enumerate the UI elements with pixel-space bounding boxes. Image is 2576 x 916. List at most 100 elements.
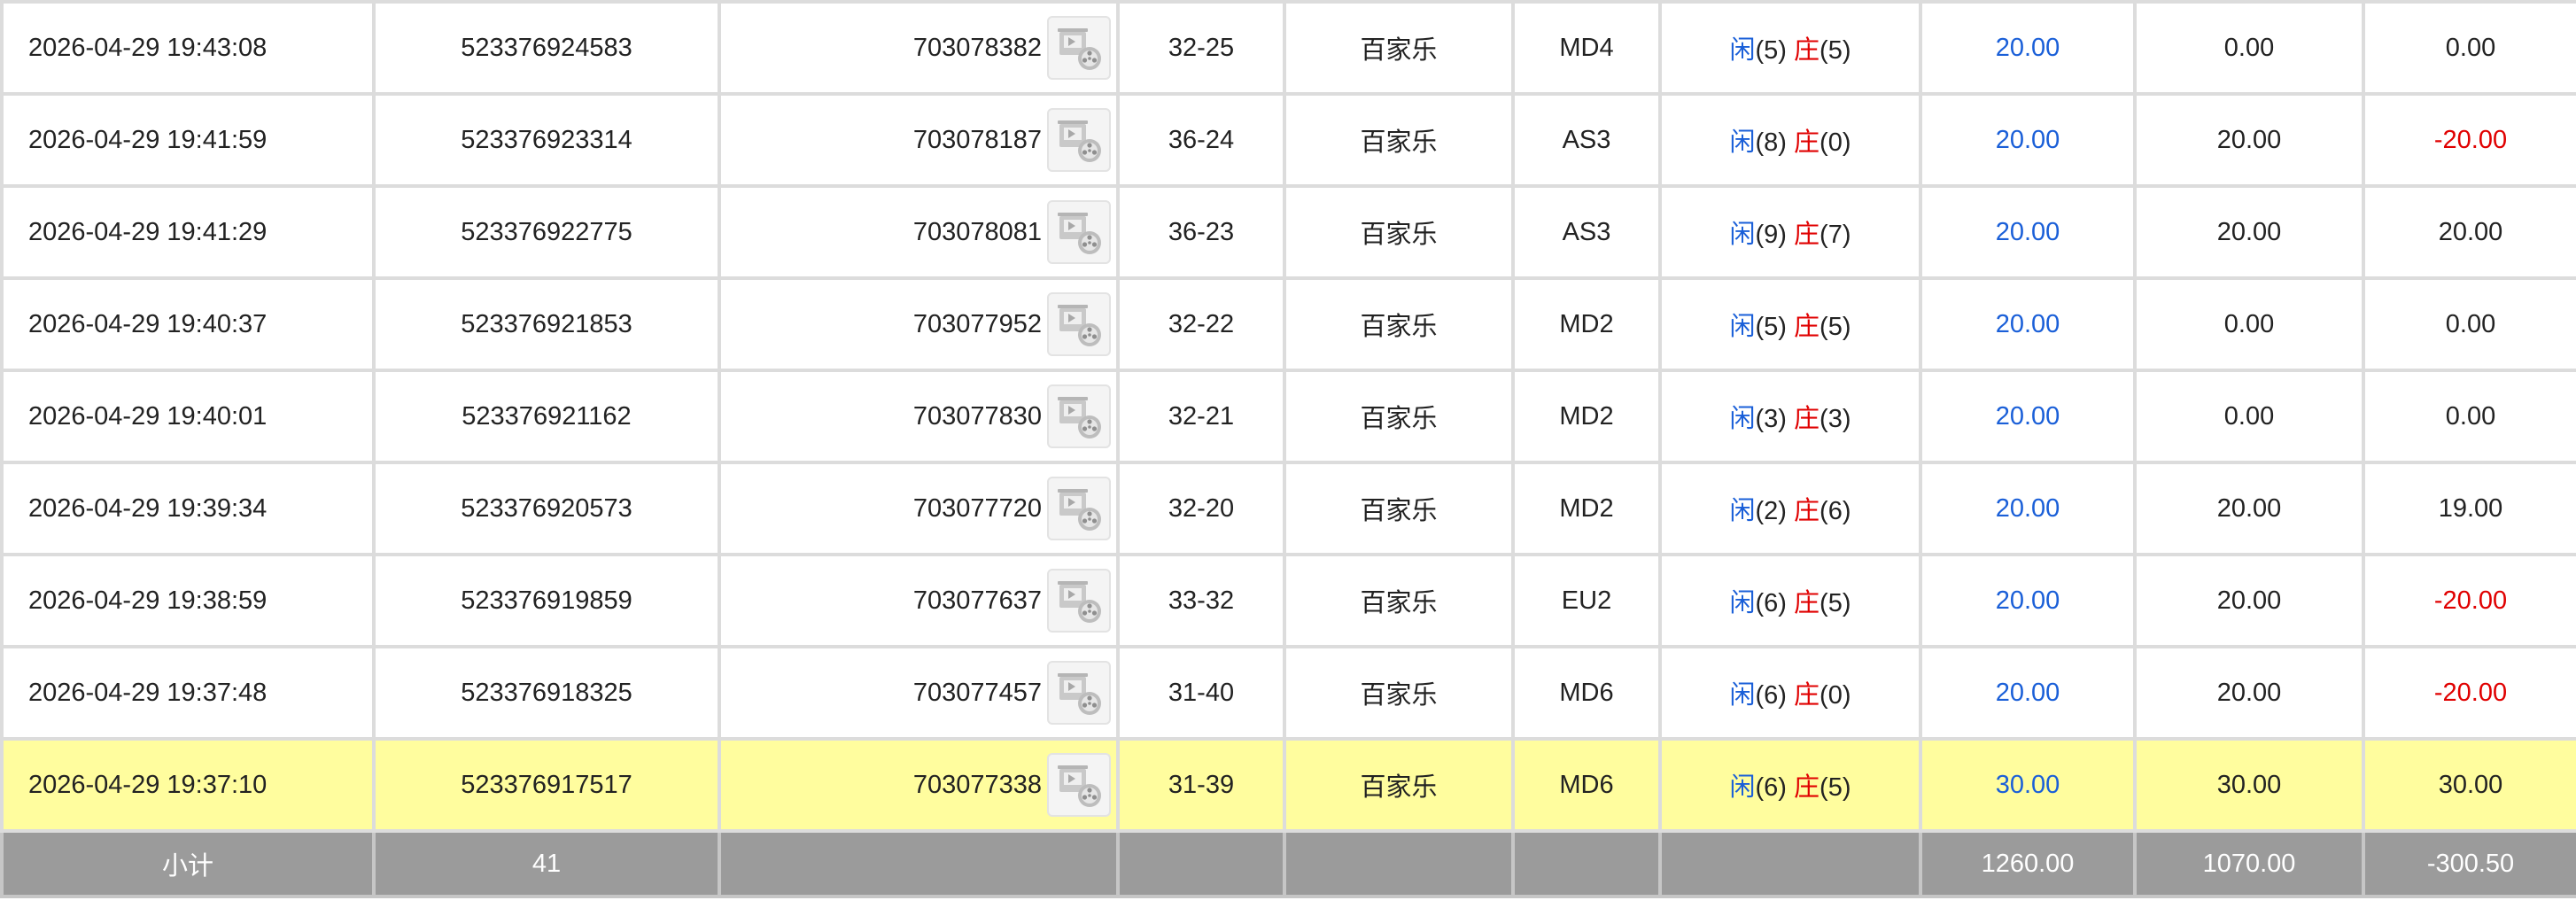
video-replay-icon[interactable] xyxy=(1047,384,1111,448)
result-cell: 闲(8) 庄(0) xyxy=(1658,92,1922,188)
result-cell: 闲(6) 庄(5) xyxy=(1658,737,1922,833)
video-replay-icon[interactable] xyxy=(1047,661,1111,725)
player-score: (3) xyxy=(1755,405,1787,433)
bet-id-text: 703077952 xyxy=(912,309,1042,338)
bet-id-text: 703078081 xyxy=(912,217,1042,246)
bet-id-text: 703077457 xyxy=(912,678,1042,707)
payout-cell: 19.00 xyxy=(2362,461,2576,556)
table-code-cell: MD2 xyxy=(1511,369,1662,464)
bet-amount-cell: 20.00 xyxy=(2133,553,2365,648)
table-body: 2026-04-29 19:43:08 523376924583 7030783… xyxy=(0,0,2576,833)
result-cell: 闲(6) 庄(5) xyxy=(1658,553,1922,648)
table-row: 2026-04-29 19:43:08 523376924583 7030783… xyxy=(0,0,2576,96)
payout-cell: -20.00 xyxy=(2362,92,2576,188)
valid-bet-cell: 20.00 xyxy=(1919,92,2137,188)
result-cell: 闲(2) 庄(6) xyxy=(1658,461,1922,556)
bet-id-text: 703077830 xyxy=(912,401,1042,431)
player-score: (5) xyxy=(1755,36,1787,65)
player-label: 闲 xyxy=(1729,681,1756,710)
table-code-cell: EU2 xyxy=(1511,553,1662,648)
video-replay-icon[interactable] xyxy=(1047,753,1111,817)
round-cell: 36-23 xyxy=(1116,184,1286,280)
table-row: 2026-04-29 19:39:34 523376920573 7030777… xyxy=(0,461,2576,556)
table-row: 2026-04-29 19:41:59 523376923314 7030781… xyxy=(0,92,2576,188)
player-label: 闲 xyxy=(1729,128,1756,157)
video-replay-icon[interactable] xyxy=(1047,477,1111,540)
subtotal-empty-cell xyxy=(718,829,1120,898)
player-label: 闲 xyxy=(1729,589,1756,617)
payout-cell: 0.00 xyxy=(2362,276,2576,372)
banker-score: (5) xyxy=(1819,589,1851,617)
game-name-cell: 百家乐 xyxy=(1283,92,1515,188)
player-label: 闲 xyxy=(1729,313,1756,341)
bet-amount-cell: 0.00 xyxy=(2133,276,2365,372)
player-label: 闲 xyxy=(1729,221,1756,249)
bet-time-cell: 2026-04-29 19:43:08 xyxy=(0,0,376,96)
payout-cell: 20.00 xyxy=(2362,184,2576,280)
payout-cell: 0.00 xyxy=(2362,369,2576,464)
table-row: 2026-04-29 19:40:37 523376921853 7030779… xyxy=(0,276,2576,372)
game-name-cell: 百家乐 xyxy=(1283,553,1515,648)
bet-id-cell: 703078081 xyxy=(718,184,1120,280)
game-name-cell: 百家乐 xyxy=(1283,0,1515,96)
bet-time-cell: 2026-04-29 19:40:37 xyxy=(0,276,376,372)
order-id-cell: 523376921162 xyxy=(372,369,721,464)
subtotal-empty-cell xyxy=(1283,829,1515,898)
banker-label: 庄 xyxy=(1794,128,1820,157)
banker-label: 庄 xyxy=(1794,497,1820,525)
order-id-cell: 523376921853 xyxy=(372,276,721,372)
bet-amount-cell: 30.00 xyxy=(2133,737,2365,833)
result-cell: 闲(6) 庄(0) xyxy=(1658,645,1922,741)
table-code-cell: MD2 xyxy=(1511,461,1662,556)
order-id-cell: 523376920573 xyxy=(372,461,721,556)
banker-score: (6) xyxy=(1819,497,1851,525)
game-name-cell: 百家乐 xyxy=(1283,369,1515,464)
video-replay-icon[interactable] xyxy=(1047,200,1111,264)
subtotal-empty-cell xyxy=(1658,829,1922,898)
player-score: (6) xyxy=(1755,589,1787,617)
round-cell: 33-32 xyxy=(1116,553,1286,648)
subtotal-empty-cell xyxy=(1511,829,1662,898)
table-row: 2026-04-29 19:37:10 523376917517 7030773… xyxy=(0,737,2576,833)
player-score: (6) xyxy=(1755,773,1787,802)
bet-id-text: 703077338 xyxy=(912,770,1042,799)
bet-id-cell: 703077457 xyxy=(718,645,1120,741)
game-name-cell: 百家乐 xyxy=(1283,645,1515,741)
table-code-cell: AS3 xyxy=(1511,92,1662,188)
round-cell: 36-24 xyxy=(1116,92,1286,188)
game-name-cell: 百家乐 xyxy=(1283,461,1515,556)
table-row: 2026-04-29 19:40:01 523376921162 7030778… xyxy=(0,369,2576,464)
subtotal-empty-cell xyxy=(1116,829,1286,898)
bet-amount-cell: 20.00 xyxy=(2133,92,2365,188)
video-replay-icon[interactable] xyxy=(1047,569,1111,633)
round-cell: 32-22 xyxy=(1116,276,1286,372)
bet-time-cell: 2026-04-29 19:37:10 xyxy=(0,737,376,833)
player-score: (9) xyxy=(1755,221,1787,249)
payout-cell: -20.00 xyxy=(2362,553,2576,648)
bet-id-cell: 703078382 xyxy=(718,0,1120,96)
subtotal-count: 41 xyxy=(372,829,721,898)
table-code-cell: MD6 xyxy=(1511,737,1662,833)
bet-id-cell: 703077830 xyxy=(718,369,1120,464)
video-replay-icon[interactable] xyxy=(1047,108,1111,172)
table-row: 2026-04-29 19:37:48 523376918325 7030774… xyxy=(0,645,2576,741)
banker-score: (0) xyxy=(1819,681,1851,710)
bet-time-cell: 2026-04-29 19:38:59 xyxy=(0,553,376,648)
video-replay-icon[interactable] xyxy=(1047,292,1111,356)
payout-cell: -20.00 xyxy=(2362,645,2576,741)
round-cell: 32-21 xyxy=(1116,369,1286,464)
banker-label: 庄 xyxy=(1794,681,1820,710)
valid-bet-cell: 30.00 xyxy=(1919,737,2137,833)
video-replay-icon[interactable] xyxy=(1047,16,1111,80)
bet-record-table: 2026-04-29 19:43:08 523376924583 7030783… xyxy=(0,0,2576,898)
valid-bet-cell: 20.00 xyxy=(1919,553,2137,648)
valid-bet-cell: 20.00 xyxy=(1919,369,2137,464)
valid-bet-cell: 20.00 xyxy=(1919,461,2137,556)
bet-time-cell: 2026-04-29 19:40:01 xyxy=(0,369,376,464)
player-score: (8) xyxy=(1755,128,1787,157)
banker-score: (7) xyxy=(1819,221,1851,249)
subtotal-payout: -300.50 xyxy=(2362,829,2576,898)
bet-id-text: 703078187 xyxy=(912,125,1042,154)
bet-amount-cell: 0.00 xyxy=(2133,0,2365,96)
subtotal-row: 小计 41 1260.00 1070.00 -300.50 xyxy=(0,829,2576,898)
